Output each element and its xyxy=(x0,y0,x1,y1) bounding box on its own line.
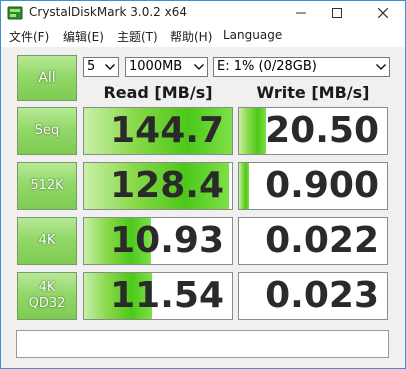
seq-write-bar xyxy=(239,108,266,154)
run-4k-button[interactable]: 4K xyxy=(17,217,77,265)
run-all-button[interactable]: All xyxy=(17,55,77,101)
maximize-icon xyxy=(332,8,342,18)
chevron-down-icon xyxy=(376,64,386,70)
4k-qd32-write-value: 0.023 xyxy=(265,275,379,316)
seq-write-value: 20.50 xyxy=(265,110,379,151)
close-button[interactable] xyxy=(369,1,397,25)
4k-read-result: 10.93 xyxy=(83,217,233,265)
title-bar[interactable]: CrystalDiskMark 3.0.2 x64 xyxy=(1,1,405,25)
test-count-select[interactable]: 5 xyxy=(83,57,119,77)
512k-read-result: 128.4 xyxy=(83,162,233,210)
4k-read-value: 10.93 xyxy=(110,220,224,261)
run-seq-button[interactable]: Seq xyxy=(17,107,77,155)
menu-file[interactable]: 文件(F) xyxy=(9,28,49,45)
run-4k-qd32-button[interactable]: 4K QD32 xyxy=(17,272,77,320)
512k-write-bar xyxy=(239,163,250,209)
write-column-header: Write [MB/s] xyxy=(256,83,370,102)
512k-write-value: 0.900 xyxy=(265,165,379,206)
drive-value: E: 1% (0/28GB) xyxy=(217,59,317,74)
menu-theme[interactable]: 主题(T) xyxy=(117,28,158,45)
512k-label: 512K xyxy=(30,178,64,193)
crystaldiskmark-app-icon xyxy=(7,6,23,20)
4k-qd32-label-line2: QD32 xyxy=(28,296,66,311)
test-count-value: 5 xyxy=(87,59,96,74)
drive-select[interactable]: E: 1% (0/28GB) xyxy=(213,57,390,77)
app-window: CrystalDiskMark 3.0.2 x64 文件(F) 编辑(E) 主题… xyxy=(0,0,406,369)
4k-qd32-read-result: 11.54 xyxy=(83,272,233,320)
comment-input[interactable] xyxy=(16,330,389,358)
run-512k-button[interactable]: 512K xyxy=(17,162,77,210)
maximize-button[interactable] xyxy=(323,1,351,25)
menu-edit[interactable]: 编辑(E) xyxy=(63,28,104,45)
4k-write-value: 0.022 xyxy=(265,220,379,261)
4k-qd32-write-result: 0.023 xyxy=(238,272,388,320)
menu-help[interactable]: 帮助(H) xyxy=(170,28,212,45)
seq-read-value: 144.7 xyxy=(110,110,224,151)
chevron-down-icon xyxy=(105,64,115,70)
close-icon xyxy=(378,8,388,18)
chevron-down-icon xyxy=(194,64,204,70)
benchmark-panel: All 5 1000MB E: 1% (0/28GB) Read [MB/s] … xyxy=(1,47,405,368)
4k-qd32-read-value: 11.54 xyxy=(110,275,224,316)
4k-label: 4K xyxy=(38,233,56,248)
512k-read-value: 128.4 xyxy=(110,165,224,206)
test-size-value: 1000MB xyxy=(129,59,183,74)
menu-language[interactable]: Language xyxy=(223,28,282,42)
minimize-button[interactable] xyxy=(287,1,315,25)
seq-write-result: 20.50 xyxy=(238,107,388,155)
test-size-select[interactable]: 1000MB xyxy=(125,57,208,77)
minimize-icon xyxy=(296,12,306,14)
512k-write-result: 0.900 xyxy=(238,162,388,210)
window-title: CrystalDiskMark 3.0.2 x64 xyxy=(29,5,187,19)
seq-label: Seq xyxy=(34,123,60,138)
4k-write-result: 0.022 xyxy=(238,217,388,265)
read-column-header: Read [MB/s] xyxy=(103,83,213,102)
4k-qd32-label-line1: 4K xyxy=(38,280,56,295)
menu-bar: 文件(F) 编辑(E) 主题(T) 帮助(H) Language xyxy=(1,25,405,47)
run-all-label: All xyxy=(38,70,56,86)
seq-read-result: 144.7 xyxy=(83,107,233,155)
